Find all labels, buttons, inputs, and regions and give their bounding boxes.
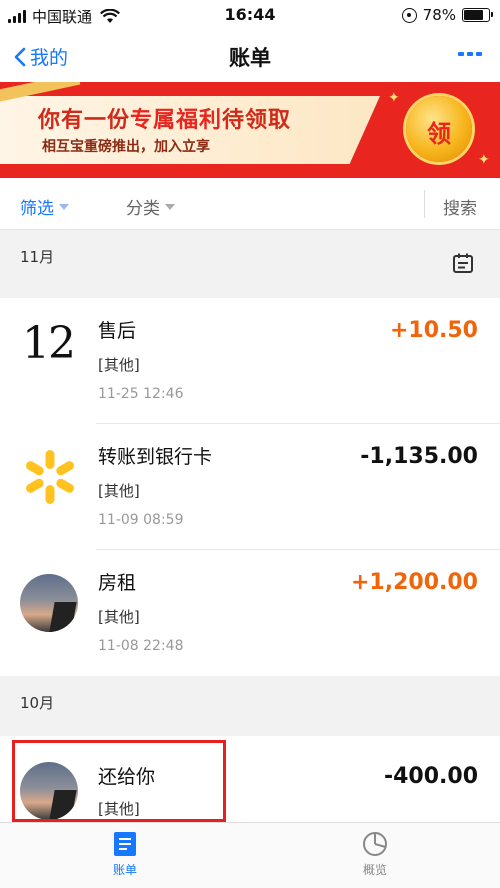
transaction-time: 11-09 08:59: [98, 512, 184, 528]
pie-chart-icon: [363, 832, 387, 856]
walmart-spark-icon: [26, 450, 74, 504]
transaction-row[interactable]: 转账到银行卡 [其他] 11-09 08:59 -1,135.00: [0, 424, 500, 550]
transaction-title: 售后: [98, 320, 137, 342]
avatar: [20, 574, 78, 632]
transaction-title: 转账到银行卡: [98, 446, 213, 468]
bill-list-icon: [114, 832, 136, 856]
banner-title: 你有一份专属福利待领取: [38, 108, 292, 133]
caret-down-icon: [59, 203, 69, 210]
status-bar: 中国联通 16:44 78%: [0, 0, 500, 30]
tab-overview-label: 概览: [362, 863, 387, 877]
category-label: 分类: [126, 199, 160, 219]
filter-label: 筛选: [20, 199, 54, 219]
transaction-amount: -400.00: [383, 764, 478, 789]
banner-subtitle: 相互宝重磅推出，加入立享: [42, 139, 210, 155]
more-button[interactable]: [458, 52, 482, 56]
transaction-time: 11-25 12:46: [98, 386, 184, 402]
coin-label: 领: [427, 120, 451, 148]
tab-overview[interactable]: 概览: [335, 831, 415, 878]
transaction-category: [其他]: [98, 482, 140, 500]
filter-dropdown[interactable]: 筛选: [20, 194, 69, 219]
transaction-title: 房租: [98, 572, 137, 594]
transaction-category: [其他]: [98, 608, 140, 626]
page-title: 账单: [229, 46, 271, 70]
filter-bar: 筛选 分类 搜索: [0, 178, 500, 230]
more-dot: [458, 52, 464, 56]
transaction-row[interactable]: 房租 [其他] 11-08 22:48 +1,200.00: [0, 550, 500, 676]
highlight-box: [12, 740, 226, 822]
more-dot: [467, 52, 473, 56]
month-header: 10月: [0, 676, 500, 736]
month-header: 11月: [0, 230, 500, 298]
search-button[interactable]: 搜索: [443, 194, 477, 219]
month-label: 10月: [20, 694, 55, 712]
transaction-category: [其他]: [98, 356, 140, 374]
battery-icon: [462, 8, 493, 22]
month-label: 11月: [20, 248, 55, 266]
category-dropdown[interactable]: 分类: [126, 194, 175, 219]
nav-bar: 我的 账单: [0, 30, 500, 82]
transaction-amount: +1,200.00: [351, 570, 478, 595]
date-badge: 12: [22, 318, 76, 369]
transaction-time: 11-08 22:48: [98, 638, 184, 654]
promo-banner[interactable]: 你有一份专属福利待领取 相互宝重磅推出，加入立享 ✦ ✦ 领: [0, 82, 500, 178]
transaction-amount: -1,135.00: [360, 444, 478, 469]
status-right: 78%: [401, 6, 493, 24]
calendar-icon[interactable]: [452, 252, 474, 274]
tab-bill[interactable]: 账单: [85, 831, 165, 878]
sparkle-icon: ✦: [388, 90, 400, 106]
divider: [424, 190, 425, 218]
more-dot: [476, 52, 482, 56]
transaction-amount: +10.50: [389, 318, 478, 343]
tab-bill-label: 账单: [112, 863, 137, 877]
tab-bar: 账单 概览: [0, 822, 500, 888]
orientation-lock-icon: [401, 7, 417, 23]
transaction-row[interactable]: 12 售后 [其他] 11-25 12:46 +10.50: [0, 298, 500, 424]
battery-percent: 78%: [422, 6, 456, 24]
caret-down-icon: [165, 203, 175, 210]
sparkle-icon: ✦: [478, 152, 490, 168]
claim-coin-button[interactable]: 领: [406, 96, 472, 162]
